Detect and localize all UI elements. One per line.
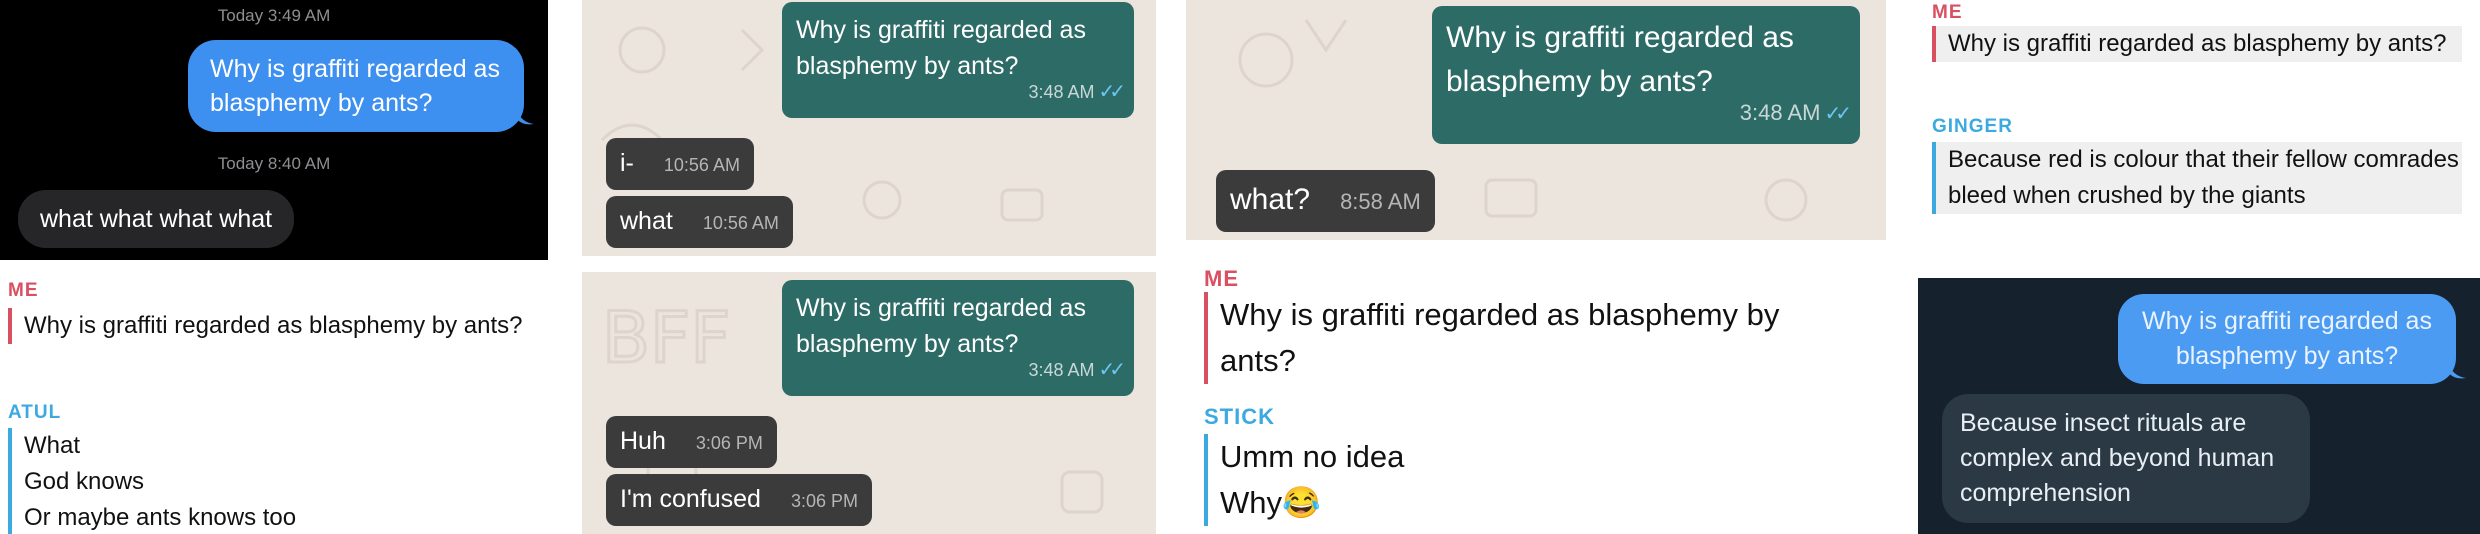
message-text: Why is graffiti regarded as blasphemy by… xyxy=(796,16,1086,80)
sender-name-me: ME xyxy=(1204,266,1239,291)
message-time: 3:48 AM ✓✓ xyxy=(1028,81,1125,103)
sent-message-bubble[interactable]: Why is graffiti regarded as blasphemy by… xyxy=(782,280,1134,396)
sender-name-other: GINGER xyxy=(1932,116,2013,137)
message-time: 3:06 PM xyxy=(695,433,763,453)
reply-line: What xyxy=(24,432,81,459)
sender-name-other: ATUL xyxy=(8,402,62,423)
read-receipt-icon: ✓✓ xyxy=(1098,359,1125,381)
message-time: 8:58 AM xyxy=(1340,189,1421,214)
whatsapp-screenshot: Why is graffiti regarded as blasphemy by… xyxy=(1186,0,1886,240)
sender-name-other: STICK xyxy=(1204,404,1275,429)
received-message-bubble[interactable]: what 10:56 AM xyxy=(606,196,793,248)
message-text: I'm confused xyxy=(620,485,761,513)
received-message-bubble[interactable]: what? 8:58 AM xyxy=(1216,170,1435,232)
message-time: 10:56 AM xyxy=(702,213,779,233)
svg-text:BFF: BFF xyxy=(602,297,731,379)
received-message-bubble[interactable]: Because insect rituals are complex and b… xyxy=(1942,394,2310,523)
reply-message[interactable]: Because red is colour that their fellow … xyxy=(1932,142,2462,214)
sender-name-me: ME xyxy=(8,280,39,301)
sent-message-bubble[interactable]: Why is graffiti regarded as blasphemy by… xyxy=(188,40,524,132)
sent-message-bubble[interactable]: Why is graffiti regarded as blasphemy by… xyxy=(2118,294,2456,384)
message-time: 10:56 AM xyxy=(663,155,740,175)
received-message-bubble[interactable]: I'm confused 3:06 PM xyxy=(606,474,873,526)
imessage-dark-screenshot: Why is graffiti regarded as blasphemy by… xyxy=(1918,278,2480,534)
message-text: i- xyxy=(620,149,634,177)
laughing-emoji-icon: 😂 xyxy=(1282,485,1321,520)
read-receipt-icon: ✓✓ xyxy=(1824,103,1851,125)
timestamp: Today 8:40 AM xyxy=(217,154,331,173)
message-text: what? xyxy=(1230,183,1311,216)
whatsapp-screenshot: Why is graffiti regarded as blasphemy by… xyxy=(582,0,1156,256)
quote-chat-screenshot: ME Why is graffiti regarded as blasphemy… xyxy=(0,262,548,534)
sent-message-bubble[interactable]: Why is graffiti regarded as blasphemy by… xyxy=(782,2,1134,118)
bubble-tail xyxy=(2448,362,2466,379)
whatsapp-screenshot: BFF Why is graffiti regarded as blasphem… xyxy=(582,272,1156,534)
imessage-dark-screenshot: Today 3:49 AM Why is graffiti regarded a… xyxy=(0,0,548,260)
reply-line: Umm no idea xyxy=(1220,439,1405,474)
message-text: Why is graffiti regarded as blasphemy by… xyxy=(796,294,1086,358)
my-message[interactable]: Why is graffiti regarded as blasphemy by… xyxy=(8,308,528,344)
my-message[interactable]: Why is graffiti regarded as blasphemy by… xyxy=(1932,26,2462,62)
sent-message-bubble[interactable]: Why is graffiti regarded as blasphemy by… xyxy=(1432,6,1860,144)
message-time: 3:48 AM ✓✓ xyxy=(1739,100,1852,125)
quote-chat-screenshot: ME Why is graffiti regarded as blasphemy… xyxy=(1918,0,2480,262)
received-message-bubble[interactable]: Huh 3:06 PM xyxy=(606,416,777,468)
received-message-bubble[interactable]: what what what what xyxy=(18,190,295,248)
my-message[interactable]: Why is graffiti regarded as blasphemy by… xyxy=(1204,292,1844,384)
received-message-bubble[interactable]: i- 10:56 AM xyxy=(606,138,754,190)
reply-message[interactable]: Umm no idea Why😂 xyxy=(1204,434,1844,526)
read-receipt-icon: ✓✓ xyxy=(1098,81,1125,103)
quote-chat-screenshot: ME Why is graffiti regarded as blasphemy… xyxy=(1186,262,1886,534)
message-text: what xyxy=(620,207,673,235)
reply-text: Why xyxy=(1220,485,1282,520)
message-time: 3:48 AM ✓✓ xyxy=(1028,359,1125,381)
message-time: 3:06 PM xyxy=(790,491,859,511)
reply-message[interactable]: What God knows Or maybe ants knows too xyxy=(8,428,528,534)
reply-line: Or maybe ants knows too xyxy=(24,504,297,531)
message-text: Why is graffiti regarded as blasphemy by… xyxy=(1446,21,1794,98)
bubble-tail xyxy=(516,108,534,125)
reply-line: God knows xyxy=(24,468,145,495)
timestamp: Today 3:49 AM xyxy=(217,6,331,25)
message-text: Huh xyxy=(620,427,666,455)
sender-name-me: ME xyxy=(1932,2,1963,23)
reply-line: Why😂 xyxy=(1220,480,1844,526)
